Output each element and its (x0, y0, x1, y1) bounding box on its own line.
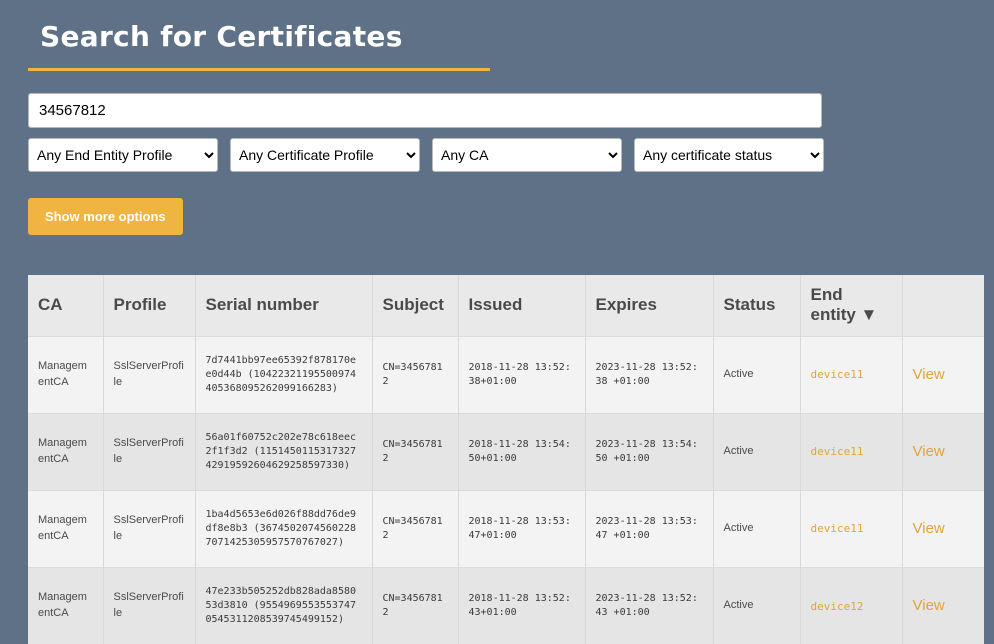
table-row: ManagementCASslServerProfile47e233b50525… (28, 567, 984, 644)
serial-number-cell: 7d7441bb97ee65392f878170ee0d44b (1042232… (195, 336, 372, 413)
issued-cell: 2018-11-28 13:52:38+01:00 (458, 336, 585, 413)
profile-cell: SslServerProfile (103, 413, 195, 490)
end-entity-profile-select[interactable]: Any End Entity Profile (28, 138, 218, 172)
show-more-options-button[interactable]: Show more options (28, 198, 183, 235)
expires-cell: 2023-11-28 13:54:50 +01:00 (585, 413, 713, 490)
certificate-profile-select[interactable]: Any Certificate Profile (230, 138, 420, 172)
subject-cell: CN=34567812 (372, 490, 458, 567)
issued-cell: 2018-11-28 13:53:47+01:00 (458, 490, 585, 567)
status-cell: Active (713, 490, 800, 567)
table-body: ManagementCASslServerProfile7d7441bb97ee… (28, 336, 984, 644)
end-entity-link[interactable]: device12 (800, 567, 902, 644)
view-link[interactable]: View (913, 597, 945, 614)
action-cell: View (902, 567, 984, 644)
table-row: ManagementCASslServerProfile1ba4d5653e6d… (28, 490, 984, 567)
subject-cell: CN=34567812 (372, 336, 458, 413)
title-underline (28, 68, 490, 71)
profile-cell: SslServerProfile (103, 490, 195, 567)
status-cell: Active (713, 336, 800, 413)
column-header-actions (902, 275, 984, 336)
expires-cell: 2023-11-28 13:52:38 +01:00 (585, 336, 713, 413)
table-header: CA Profile Serial number Subject Issued … (28, 275, 984, 336)
certificate-search-input[interactable] (28, 93, 822, 128)
expires-cell: 2023-11-28 13:53:47 +01:00 (585, 490, 713, 567)
filter-row: Any End Entity Profile Any Certificate P… (28, 138, 966, 172)
serial-number-cell: 56a01f60752c202e78c618eec2f1f3d2 (115145… (195, 413, 372, 490)
view-link[interactable]: View (913, 520, 945, 537)
column-header-issued[interactable]: Issued (458, 275, 585, 336)
issued-cell: 2018-11-28 13:54:50+01:00 (458, 413, 585, 490)
ca-select[interactable]: Any CA (432, 138, 622, 172)
certificate-status-select[interactable]: Any certificate status (634, 138, 824, 172)
view-link[interactable]: View (913, 366, 945, 383)
column-header-serial-number[interactable]: Serial number (195, 275, 372, 336)
table-row: ManagementCASslServerProfile7d7441bb97ee… (28, 336, 984, 413)
column-header-status[interactable]: Status (713, 275, 800, 336)
status-cell: Active (713, 413, 800, 490)
column-header-end-entity[interactable]: End entity ▼ (800, 275, 902, 336)
profile-cell: SslServerProfile (103, 567, 195, 644)
ca-cell: ManagementCA (28, 490, 103, 567)
action-cell: View (902, 413, 984, 490)
column-header-profile[interactable]: Profile (103, 275, 195, 336)
column-header-expires[interactable]: Expires (585, 275, 713, 336)
end-entity-link[interactable]: device11 (800, 490, 902, 567)
ca-cell: ManagementCA (28, 336, 103, 413)
profile-cell: SslServerProfile (103, 336, 195, 413)
certificates-table: CA Profile Serial number Subject Issued … (28, 275, 984, 644)
ca-cell: ManagementCA (28, 413, 103, 490)
end-entity-link[interactable]: device11 (800, 336, 902, 413)
search-certificates-page: Search for Certificates Any End Entity P… (0, 0, 994, 644)
status-cell: Active (713, 567, 800, 644)
serial-number-cell: 1ba4d5653e6d026f88dd76de9df8e8b3 (367450… (195, 490, 372, 567)
end-entity-link[interactable]: device11 (800, 413, 902, 490)
page-title: Search for Certificates (40, 20, 966, 53)
column-header-subject[interactable]: Subject (372, 275, 458, 336)
expires-cell: 2023-11-28 13:52:43 +01:00 (585, 567, 713, 644)
action-cell: View (902, 336, 984, 413)
table-row: ManagementCASslServerProfile56a01f60752c… (28, 413, 984, 490)
action-cell: View (902, 490, 984, 567)
subject-cell: CN=34567812 (372, 567, 458, 644)
view-link[interactable]: View (913, 443, 945, 460)
serial-number-cell: 47e233b505252db828ada858053d3810 (955496… (195, 567, 372, 644)
column-header-ca[interactable]: CA (28, 275, 103, 336)
subject-cell: CN=34567812 (372, 413, 458, 490)
issued-cell: 2018-11-28 13:52:43+01:00 (458, 567, 585, 644)
ca-cell: ManagementCA (28, 567, 103, 644)
table-header-row: CA Profile Serial number Subject Issued … (28, 275, 984, 336)
